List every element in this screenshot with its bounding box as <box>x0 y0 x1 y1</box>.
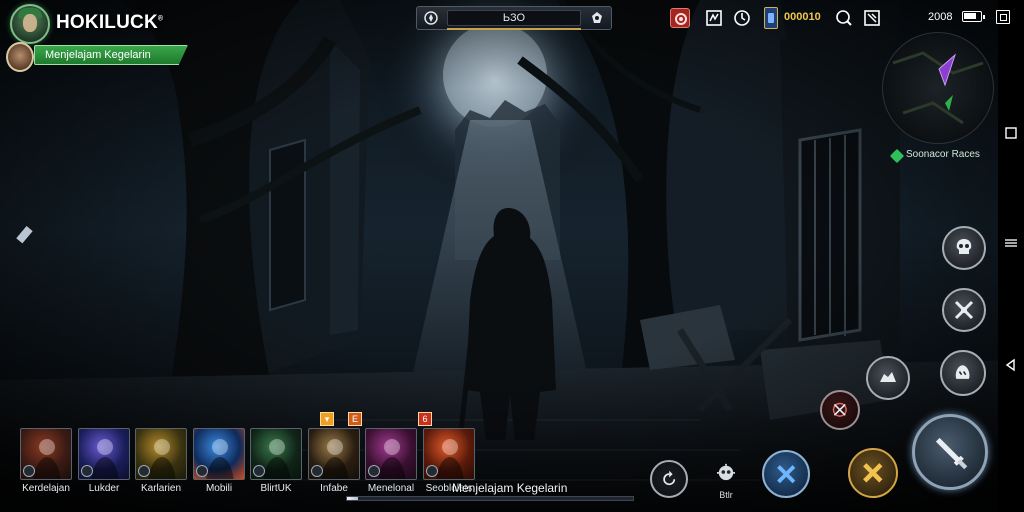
hero-name: Mobili <box>205 483 233 494</box>
hero-alert-badge: ▾ <box>320 412 334 426</box>
hero-name: Lukder <box>88 483 120 494</box>
system-nav-bar <box>998 0 1024 512</box>
hero-level-icon <box>253 465 265 477</box>
hero-card[interactable] <box>250 428 302 480</box>
battery-icon <box>962 11 985 22</box>
recent-apps-icon[interactable] <box>1004 126 1018 140</box>
target-skill-button[interactable] <box>820 390 860 430</box>
crossed-blades-skill-button[interactable] <box>942 288 986 332</box>
hero-level-icon <box>426 465 438 477</box>
crossed-swords-skill-button[interactable] <box>762 450 810 498</box>
crossed-swords-icon <box>776 464 796 484</box>
skull-skill-button[interactable] <box>942 226 986 270</box>
hero-card[interactable] <box>423 428 475 480</box>
player-portrait[interactable] <box>6 42 34 72</box>
hero-level-icon <box>311 465 323 477</box>
attack-button[interactable] <box>912 414 988 490</box>
hero-card[interactable] <box>78 428 130 480</box>
hero-level-icon <box>138 465 150 477</box>
event-icon[interactable] <box>670 8 690 28</box>
currency-counter[interactable]: 000010 <box>764 7 826 29</box>
hero-alert-badge: 6 <box>418 412 432 426</box>
hero-level-icon <box>23 465 35 477</box>
hero-name: BlirtUK <box>260 483 292 494</box>
game-logo-text: HOKILUCK <box>56 12 158 33</box>
back-icon[interactable] <box>1004 358 1018 372</box>
system-clock: 2008 <box>928 11 953 23</box>
bag-icon[interactable] <box>862 8 882 28</box>
hero-alert-badge: E <box>348 412 362 426</box>
search-field-value: ЬЗО <box>502 12 526 24</box>
gear-skull-skill-label: Btlr <box>719 490 733 500</box>
hero-level-icon <box>368 465 380 477</box>
golden-cross-skill-button[interactable] <box>848 448 898 498</box>
region-caption: Menjelajam Kegelarin <box>452 481 568 495</box>
battery-fill <box>964 13 976 19</box>
search-underline <box>447 28 581 30</box>
currency-value: 000010 <box>784 11 821 23</box>
hero-card[interactable] <box>135 428 187 480</box>
hero-card[interactable] <box>365 428 417 480</box>
beast-claw-skill-button[interactable] <box>940 350 986 396</box>
gear-skull-icon <box>717 464 735 481</box>
player-badge[interactable]: HOKILUCK® Menjelajam Kegelarin <box>6 2 196 74</box>
game-logo: HOKILUCK® <box>56 12 163 34</box>
hero-level-icon <box>196 465 208 477</box>
hero-name: Infabe <box>320 483 348 494</box>
progress-fill <box>347 497 359 500</box>
skull-icon <box>956 239 972 254</box>
wolf-icon <box>880 372 896 382</box>
hero-card[interactable] <box>308 428 360 480</box>
hero-card[interactable] <box>20 428 72 480</box>
refresh-icon <box>663 470 675 485</box>
hero-card[interactable] <box>193 428 245 480</box>
screen-mode-icon[interactable] <box>996 10 1010 24</box>
top-search-bar[interactable]: ЬЗО <box>416 6 612 30</box>
hero-name: Karlarien <box>140 483 182 494</box>
registered-mark: ® <box>157 15 164 23</box>
refresh-skill-button[interactable] <box>650 460 688 498</box>
status-banner: Menjelajam Kegelarin <box>34 45 188 65</box>
hero-strip: Kerdelajan Lukder Karlarien Mobili BlirtUK In… <box>20 412 475 498</box>
game-logo-avatar <box>10 4 50 44</box>
hero-name: Kerdelajan <box>22 483 70 494</box>
beast-claw-icon <box>956 365 970 380</box>
currency-icon <box>764 7 778 29</box>
gear-skull-skill-button[interactable] <box>706 456 746 492</box>
sword-icon <box>935 437 968 470</box>
wolf-skill-button[interactable] <box>866 356 910 400</box>
hero-name: Menelonal <box>367 483 415 494</box>
pencil-icon[interactable] <box>12 222 40 250</box>
hero-level-icon <box>81 465 93 477</box>
compass-icon[interactable] <box>423 10 439 26</box>
quest-label: Soonacor Races <box>906 149 980 160</box>
golden-cross-icon <box>863 463 883 483</box>
timer-icon[interactable] <box>732 8 752 28</box>
minimap[interactable] <box>882 32 994 144</box>
crossed-blades-icon <box>954 300 974 320</box>
search-field[interactable]: ЬЗО <box>447 10 581 26</box>
settings-icon[interactable] <box>589 10 605 26</box>
status-banner-text: Menjelajam Kegelarin <box>45 49 151 61</box>
target-icon <box>832 402 848 418</box>
search-icon[interactable] <box>834 8 854 28</box>
progress-track <box>346 496 634 501</box>
home-icon[interactable] <box>1004 236 1018 250</box>
mail-icon[interactable] <box>704 8 724 28</box>
